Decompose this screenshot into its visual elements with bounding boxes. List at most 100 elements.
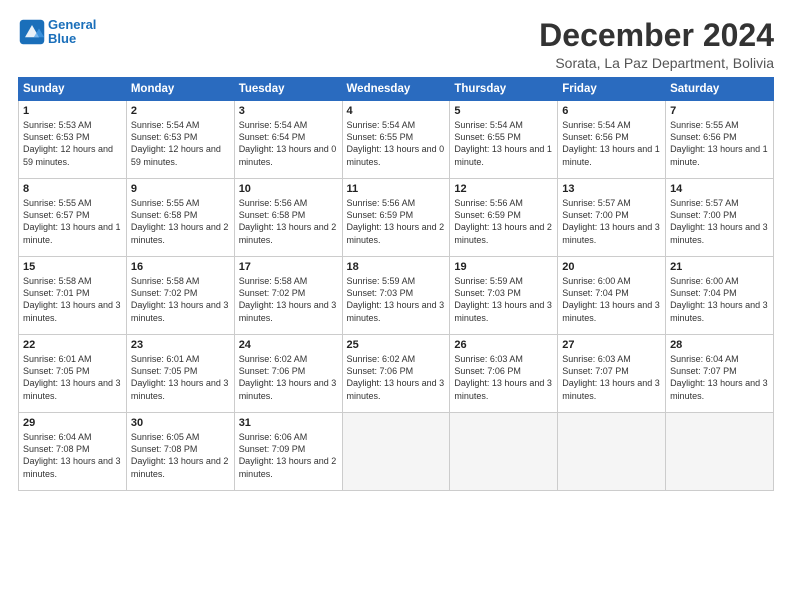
day-number: 10 xyxy=(239,183,338,195)
table-row: 15 Sunrise: 5:58 AMSunset: 7:01 PMDaylig… xyxy=(19,257,127,335)
table-row: 1 Sunrise: 5:53 AMSunset: 6:53 PMDayligh… xyxy=(19,101,127,179)
table-row: 21 Sunrise: 6:00 AMSunset: 7:04 PMDaylig… xyxy=(666,257,774,335)
col-tuesday: Tuesday xyxy=(234,78,342,101)
day-number: 22 xyxy=(23,339,122,351)
calendar-table: Sunday Monday Tuesday Wednesday Thursday… xyxy=(18,77,774,491)
day-number: 9 xyxy=(131,183,230,195)
day-info: Sunrise: 5:53 AMSunset: 6:53 PMDaylight:… xyxy=(23,120,113,166)
table-row: 14 Sunrise: 5:57 AMSunset: 7:00 PMDaylig… xyxy=(666,179,774,257)
day-info: Sunrise: 5:56 AMSunset: 6:59 PMDaylight:… xyxy=(347,198,445,244)
day-number: 18 xyxy=(347,261,446,273)
day-number: 30 xyxy=(131,417,230,429)
day-info: Sunrise: 5:55 AMSunset: 6:57 PMDaylight:… xyxy=(23,198,121,244)
table-row: 19 Sunrise: 5:59 AMSunset: 7:03 PMDaylig… xyxy=(450,257,558,335)
day-number: 20 xyxy=(562,261,661,273)
day-number: 7 xyxy=(670,105,769,117)
day-info: Sunrise: 5:58 AMSunset: 7:01 PMDaylight:… xyxy=(23,276,121,322)
table-row xyxy=(342,413,450,491)
table-row: 25 Sunrise: 6:02 AMSunset: 7:06 PMDaylig… xyxy=(342,335,450,413)
day-info: Sunrise: 5:57 AMSunset: 7:00 PMDaylight:… xyxy=(670,198,768,244)
day-number: 3 xyxy=(239,105,338,117)
logo-blue: Blue xyxy=(48,31,76,46)
day-number: 28 xyxy=(670,339,769,351)
table-row: 13 Sunrise: 5:57 AMSunset: 7:00 PMDaylig… xyxy=(558,179,666,257)
day-number: 11 xyxy=(347,183,446,195)
table-row: 29 Sunrise: 6:04 AMSunset: 7:08 PMDaylig… xyxy=(19,413,127,491)
day-info: Sunrise: 5:54 AMSunset: 6:54 PMDaylight:… xyxy=(239,120,337,166)
table-row xyxy=(558,413,666,491)
table-row: 4 Sunrise: 5:54 AMSunset: 6:55 PMDayligh… xyxy=(342,101,450,179)
day-number: 24 xyxy=(239,339,338,351)
day-info: Sunrise: 6:01 AMSunset: 7:05 PMDaylight:… xyxy=(131,354,229,400)
day-info: Sunrise: 6:01 AMSunset: 7:05 PMDaylight:… xyxy=(23,354,121,400)
location-subtitle: Sorata, La Paz Department, Bolivia xyxy=(539,55,774,71)
day-number: 23 xyxy=(131,339,230,351)
table-row: 6 Sunrise: 5:54 AMSunset: 6:56 PMDayligh… xyxy=(558,101,666,179)
calendar-week-5: 29 Sunrise: 6:04 AMSunset: 7:08 PMDaylig… xyxy=(19,413,774,491)
header: General Blue December 2024 Sorata, La Pa… xyxy=(18,18,774,71)
day-number: 15 xyxy=(23,261,122,273)
day-info: Sunrise: 5:54 AMSunset: 6:56 PMDaylight:… xyxy=(562,120,660,166)
table-row: 7 Sunrise: 5:55 AMSunset: 6:56 PMDayligh… xyxy=(666,101,774,179)
table-row xyxy=(666,413,774,491)
day-info: Sunrise: 5:54 AMSunset: 6:55 PMDaylight:… xyxy=(347,120,445,166)
calendar-week-4: 22 Sunrise: 6:01 AMSunset: 7:05 PMDaylig… xyxy=(19,335,774,413)
day-number: 14 xyxy=(670,183,769,195)
day-number: 2 xyxy=(131,105,230,117)
table-row: 16 Sunrise: 5:58 AMSunset: 7:02 PMDaylig… xyxy=(126,257,234,335)
day-info: Sunrise: 5:55 AMSunset: 6:56 PMDaylight:… xyxy=(670,120,768,166)
day-info: Sunrise: 5:59 AMSunset: 7:03 PMDaylight:… xyxy=(454,276,552,322)
day-info: Sunrise: 5:54 AMSunset: 6:55 PMDaylight:… xyxy=(454,120,552,166)
table-row: 12 Sunrise: 5:56 AMSunset: 6:59 PMDaylig… xyxy=(450,179,558,257)
day-info: Sunrise: 6:02 AMSunset: 7:06 PMDaylight:… xyxy=(347,354,445,400)
day-info: Sunrise: 5:59 AMSunset: 7:03 PMDaylight:… xyxy=(347,276,445,322)
col-wednesday: Wednesday xyxy=(342,78,450,101)
day-info: Sunrise: 6:02 AMSunset: 7:06 PMDaylight:… xyxy=(239,354,337,400)
day-number: 12 xyxy=(454,183,553,195)
day-number: 31 xyxy=(239,417,338,429)
table-row: 18 Sunrise: 5:59 AMSunset: 7:03 PMDaylig… xyxy=(342,257,450,335)
day-number: 27 xyxy=(562,339,661,351)
day-info: Sunrise: 5:56 AMSunset: 6:59 PMDaylight:… xyxy=(454,198,552,244)
table-row: 22 Sunrise: 6:01 AMSunset: 7:05 PMDaylig… xyxy=(19,335,127,413)
day-info: Sunrise: 6:04 AMSunset: 7:07 PMDaylight:… xyxy=(670,354,768,400)
day-number: 16 xyxy=(131,261,230,273)
table-row: 20 Sunrise: 6:00 AMSunset: 7:04 PMDaylig… xyxy=(558,257,666,335)
day-number: 29 xyxy=(23,417,122,429)
day-info: Sunrise: 6:05 AMSunset: 7:08 PMDaylight:… xyxy=(131,432,229,478)
table-row: 3 Sunrise: 5:54 AMSunset: 6:54 PMDayligh… xyxy=(234,101,342,179)
day-info: Sunrise: 6:00 AMSunset: 7:04 PMDaylight:… xyxy=(670,276,768,322)
title-block: December 2024 Sorata, La Paz Department,… xyxy=(539,18,774,71)
table-row: 24 Sunrise: 6:02 AMSunset: 7:06 PMDaylig… xyxy=(234,335,342,413)
day-info: Sunrise: 5:55 AMSunset: 6:58 PMDaylight:… xyxy=(131,198,229,244)
col-sunday: Sunday xyxy=(19,78,127,101)
day-number: 13 xyxy=(562,183,661,195)
day-number: 21 xyxy=(670,261,769,273)
day-number: 4 xyxy=(347,105,446,117)
page: General Blue December 2024 Sorata, La Pa… xyxy=(0,0,792,612)
header-row: Sunday Monday Tuesday Wednesday Thursday… xyxy=(19,78,774,101)
col-friday: Friday xyxy=(558,78,666,101)
day-number: 5 xyxy=(454,105,553,117)
calendar-week-2: 8 Sunrise: 5:55 AMSunset: 6:57 PMDayligh… xyxy=(19,179,774,257)
logo-icon xyxy=(18,18,46,46)
table-row: 28 Sunrise: 6:04 AMSunset: 7:07 PMDaylig… xyxy=(666,335,774,413)
table-row: 26 Sunrise: 6:03 AMSunset: 7:06 PMDaylig… xyxy=(450,335,558,413)
table-row: 11 Sunrise: 5:56 AMSunset: 6:59 PMDaylig… xyxy=(342,179,450,257)
day-number: 19 xyxy=(454,261,553,273)
table-row: 5 Sunrise: 5:54 AMSunset: 6:55 PMDayligh… xyxy=(450,101,558,179)
table-row xyxy=(450,413,558,491)
table-row: 9 Sunrise: 5:55 AMSunset: 6:58 PMDayligh… xyxy=(126,179,234,257)
logo-general: General xyxy=(48,17,96,32)
day-info: Sunrise: 5:56 AMSunset: 6:58 PMDaylight:… xyxy=(239,198,337,244)
month-title: December 2024 xyxy=(539,18,774,53)
calendar-week-1: 1 Sunrise: 5:53 AMSunset: 6:53 PMDayligh… xyxy=(19,101,774,179)
day-number: 26 xyxy=(454,339,553,351)
col-saturday: Saturday xyxy=(666,78,774,101)
day-info: Sunrise: 6:00 AMSunset: 7:04 PMDaylight:… xyxy=(562,276,660,322)
day-number: 1 xyxy=(23,105,122,117)
logo-text: General Blue xyxy=(48,18,96,47)
table-row: 31 Sunrise: 6:06 AMSunset: 7:09 PMDaylig… xyxy=(234,413,342,491)
day-info: Sunrise: 5:54 AMSunset: 6:53 PMDaylight:… xyxy=(131,120,221,166)
day-info: Sunrise: 5:58 AMSunset: 7:02 PMDaylight:… xyxy=(239,276,337,322)
